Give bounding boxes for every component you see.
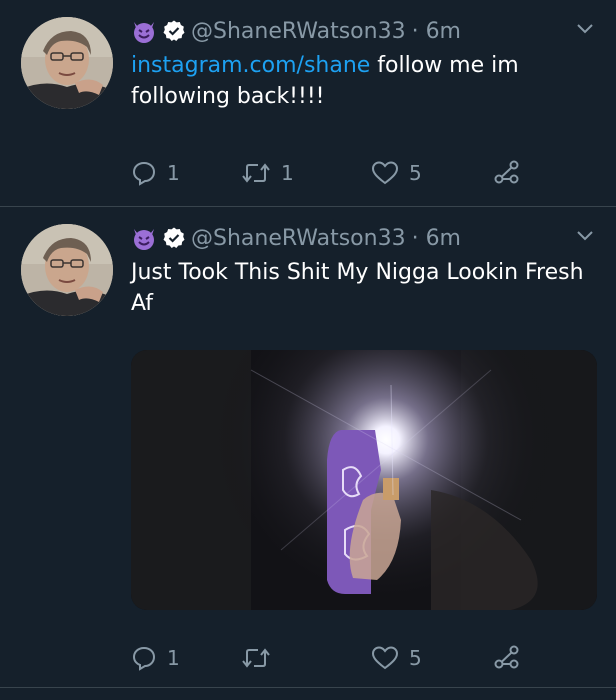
like-button[interactable]: 5: [371, 643, 422, 673]
chevron-down-icon[interactable]: [576, 23, 594, 35]
tweet-link[interactable]: instagram.com/shane: [131, 53, 370, 78]
smiling-devil-emoji-icon: [131, 18, 157, 44]
tweet-text: instagram.com/shane follow me im followi…: [131, 50, 591, 112]
like-button[interactable]: 5: [371, 158, 422, 188]
like-count: 5: [409, 646, 422, 670]
reply-icon: [132, 646, 156, 671]
user-handle[interactable]: @ShaneRWatson33: [191, 19, 406, 44]
share-icon: [494, 645, 519, 669]
smiling-devil-emoji-icon: [131, 225, 157, 251]
retweet-count: 1: [281, 161, 294, 185]
timestamp[interactable]: · 6m: [412, 19, 461, 44]
reply-count: 1: [167, 161, 180, 185]
chevron-down-icon[interactable]: [576, 230, 594, 242]
retweet-icon: [242, 648, 270, 668]
user-handle[interactable]: @ShaneRWatson33: [191, 226, 406, 251]
share-button[interactable]: [493, 158, 521, 188]
tweet-header: @ShaneRWatson33 · 6m: [131, 14, 461, 48]
retweet-button[interactable]: 1: [241, 158, 294, 188]
reply-count: 1: [167, 646, 180, 670]
tweet[interactable]: @ShaneRWatson33 · 6m instagram.com/shane…: [0, 0, 616, 207]
like-icon: [371, 161, 399, 185]
tweet-photo[interactable]: [131, 350, 597, 610]
tweet-actions: 1 1 5: [131, 158, 551, 188]
share-button[interactable]: [493, 643, 521, 673]
like-count: 5: [409, 161, 422, 185]
reply-icon: [132, 161, 156, 186]
reply-button[interactable]: 1: [131, 643, 180, 673]
share-icon: [494, 160, 519, 184]
tweet-text: Just Took This Shit My Nigga Lookin Fres…: [131, 260, 584, 316]
avatar[interactable]: [21, 17, 113, 109]
retweet-icon: [242, 163, 270, 183]
avatar[interactable]: [21, 224, 113, 316]
reply-button[interactable]: 1: [131, 158, 180, 188]
tweet[interactable]: @ShaneRWatson33 · 6m Just Took This Shit…: [0, 207, 616, 688]
timestamp[interactable]: · 6m: [412, 226, 461, 251]
verified-badge-icon: [162, 226, 186, 250]
verified-badge-icon: [162, 19, 186, 43]
retweet-button[interactable]: [241, 643, 281, 673]
like-icon: [371, 646, 399, 670]
tweet-actions: 1 5: [131, 643, 551, 673]
tweet-header: @ShaneRWatson33 · 6m: [131, 221, 461, 255]
